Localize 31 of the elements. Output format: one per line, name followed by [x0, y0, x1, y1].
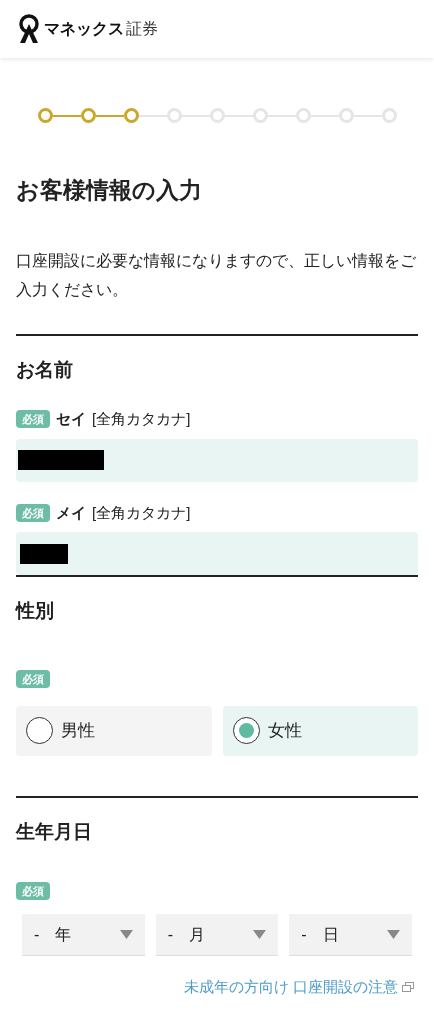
radio-label: 男性 [61, 719, 95, 742]
logo-icon [16, 14, 42, 44]
required-badge: 必須 [16, 410, 50, 429]
date-select[interactable]: - 月 [155, 914, 279, 956]
field-hint: [全角カタカナ] [92, 502, 191, 523]
date-select[interactable]: - 年 [22, 914, 145, 956]
radio-icon [26, 717, 53, 744]
external-window-icon [402, 981, 414, 993]
field-label: メイ [56, 502, 86, 523]
dropdown-caret-icon [253, 930, 267, 939]
required-badge: 必須 [16, 669, 50, 688]
radio-option[interactable]: 女性 [222, 705, 418, 756]
field-hint: [全角カタカナ] [92, 409, 191, 429]
section-heading: お名前 [16, 357, 74, 382]
intro-text: 口座開設に必要な情報になりますので、正しい情報をご入力ください。 [16, 250, 417, 300]
dropdown-caret-icon [387, 930, 400, 939]
text-input[interactable] [16, 532, 418, 575]
radio-label: 女性 [267, 719, 302, 742]
dropdown-caret-icon [119, 930, 133, 939]
logo-text: マネックス [44, 19, 124, 39]
page-title: お客様情報の入力 [16, 176, 203, 205]
section-heading: 性別 [16, 599, 55, 623]
logo-suffix: 証券 [126, 19, 158, 39]
required-badge: 必須 [16, 882, 50, 900]
section-heading: 生年月日 [16, 819, 93, 844]
date-select[interactable]: - 日 [289, 914, 412, 956]
radio-icon [232, 717, 260, 744]
text-input[interactable] [16, 438, 418, 482]
field-label: セイ [56, 409, 86, 429]
required-badge: 必須 [16, 503, 50, 522]
radio-option[interactable]: 男性 [16, 705, 212, 756]
